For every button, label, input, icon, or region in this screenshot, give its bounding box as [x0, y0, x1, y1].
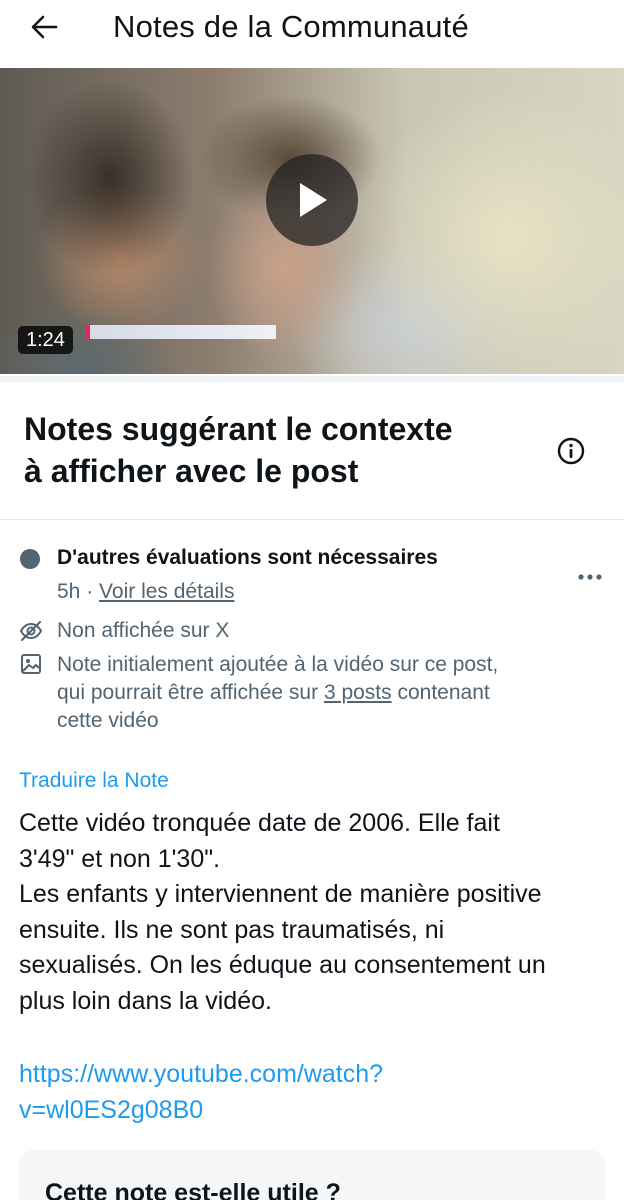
note-age: 5h — [57, 580, 81, 603]
info-icon — [557, 437, 585, 465]
note-body-line: Les enfants y interviennent de manière p… — [19, 880, 542, 909]
section-title: Notes suggérant le contexte à afficher a… — [24, 408, 544, 492]
eye-off-icon — [19, 621, 43, 641]
note-meta: 5h · Voir les détails — [57, 580, 234, 604]
more-options-button[interactable] — [573, 565, 607, 589]
page-title: Notes de la Communauté — [113, 9, 469, 44]
video-player[interactable]: 1:24 — [0, 68, 624, 374]
helpful-card: Cette note est-elle utile ? — [19, 1150, 605, 1200]
media-info-text: contenant — [391, 681, 490, 704]
video-caption-banner — [86, 325, 276, 339]
note-body-line: 3'49" et non 1'30". — [19, 844, 221, 873]
more-horizontal-icon — [578, 574, 602, 580]
section-title-line: Notes suggérant le contexte — [24, 411, 453, 447]
arrow-left-icon — [31, 15, 58, 39]
source-link[interactable]: https://www.youtube.com/watch? v=wl0ES2g… — [19, 1057, 579, 1128]
translate-note-link[interactable]: Traduire la Note — [19, 769, 169, 793]
media-info-line: qui pourrait être affichée sur 3 posts c… — [57, 679, 498, 707]
section-divider — [0, 376, 624, 382]
posts-link[interactable]: 3 posts — [324, 681, 392, 704]
play-icon — [300, 183, 327, 217]
media-info-text: qui pourrait être affichée sur — [57, 681, 324, 704]
note-body: Cette vidéo tronquée date de 2006. Elle … — [19, 806, 609, 1020]
note-status: D'autres évaluations sont nécessaires — [57, 546, 438, 569]
divider — [0, 519, 624, 520]
source-link-line: https://www.youtube.com/watch? — [19, 1060, 384, 1088]
section-title-line: à afficher avec le post — [24, 453, 359, 489]
back-button[interactable] — [22, 8, 66, 46]
status-dot — [20, 549, 40, 569]
helpful-question: Cette note est-elle utile ? — [45, 1179, 341, 1200]
image-icon — [21, 654, 41, 674]
meta-separator: · — [86, 580, 94, 603]
info-button[interactable] — [555, 435, 587, 467]
play-button[interactable] — [266, 154, 358, 246]
note-body-line: ensuite. Ils ne sont pas traumatisés, ni — [19, 915, 445, 944]
media-note-info: Note initialement ajoutée à la vidéo sur… — [57, 651, 498, 735]
source-link-line: v=wl0ES2g08B0 — [19, 1095, 204, 1124]
note-body-line: Cette vidéo tronquée date de 2006. Elle … — [19, 809, 500, 837]
note-body-line: sexualisés. On les éduque au consentemen… — [19, 951, 546, 980]
details-link[interactable]: Voir les détails — [99, 580, 234, 603]
top-bar: Notes de la Communauté — [0, 0, 624, 62]
media-info-line: Note initialement ajoutée à la vidéo sur… — [57, 653, 499, 676]
media-info-line: cette vidéo — [57, 709, 159, 732]
video-duration: 1:24 — [18, 326, 73, 354]
visibility-status: Non affichée sur X — [57, 619, 230, 642]
note-body-line: plus loin dans la vidéo. — [19, 986, 272, 1015]
